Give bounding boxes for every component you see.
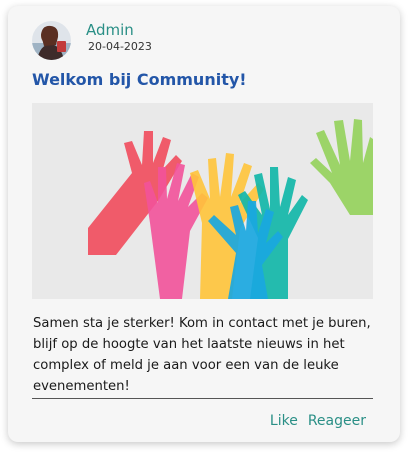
post-body: Samen sta je sterker! Kom in contact met… <box>33 316 371 394</box>
avatar-photo <box>32 21 71 60</box>
divider <box>32 398 373 399</box>
post-card: Admin 20-04-2023 Welkom bij Community! S… <box>8 6 400 442</box>
reply-button[interactable]: Reageer <box>308 413 366 429</box>
post-actions: Like Reageer <box>270 413 366 429</box>
raised-hands-illustration <box>88 119 373 299</box>
post-image <box>32 103 373 299</box>
like-button[interactable]: Like <box>270 413 298 429</box>
author-name[interactable]: Admin <box>86 21 134 39</box>
post-title: Welkom bij Community! <box>32 70 247 89</box>
author-avatar[interactable] <box>32 21 71 60</box>
post-date: 20-04-2023 <box>88 40 152 53</box>
